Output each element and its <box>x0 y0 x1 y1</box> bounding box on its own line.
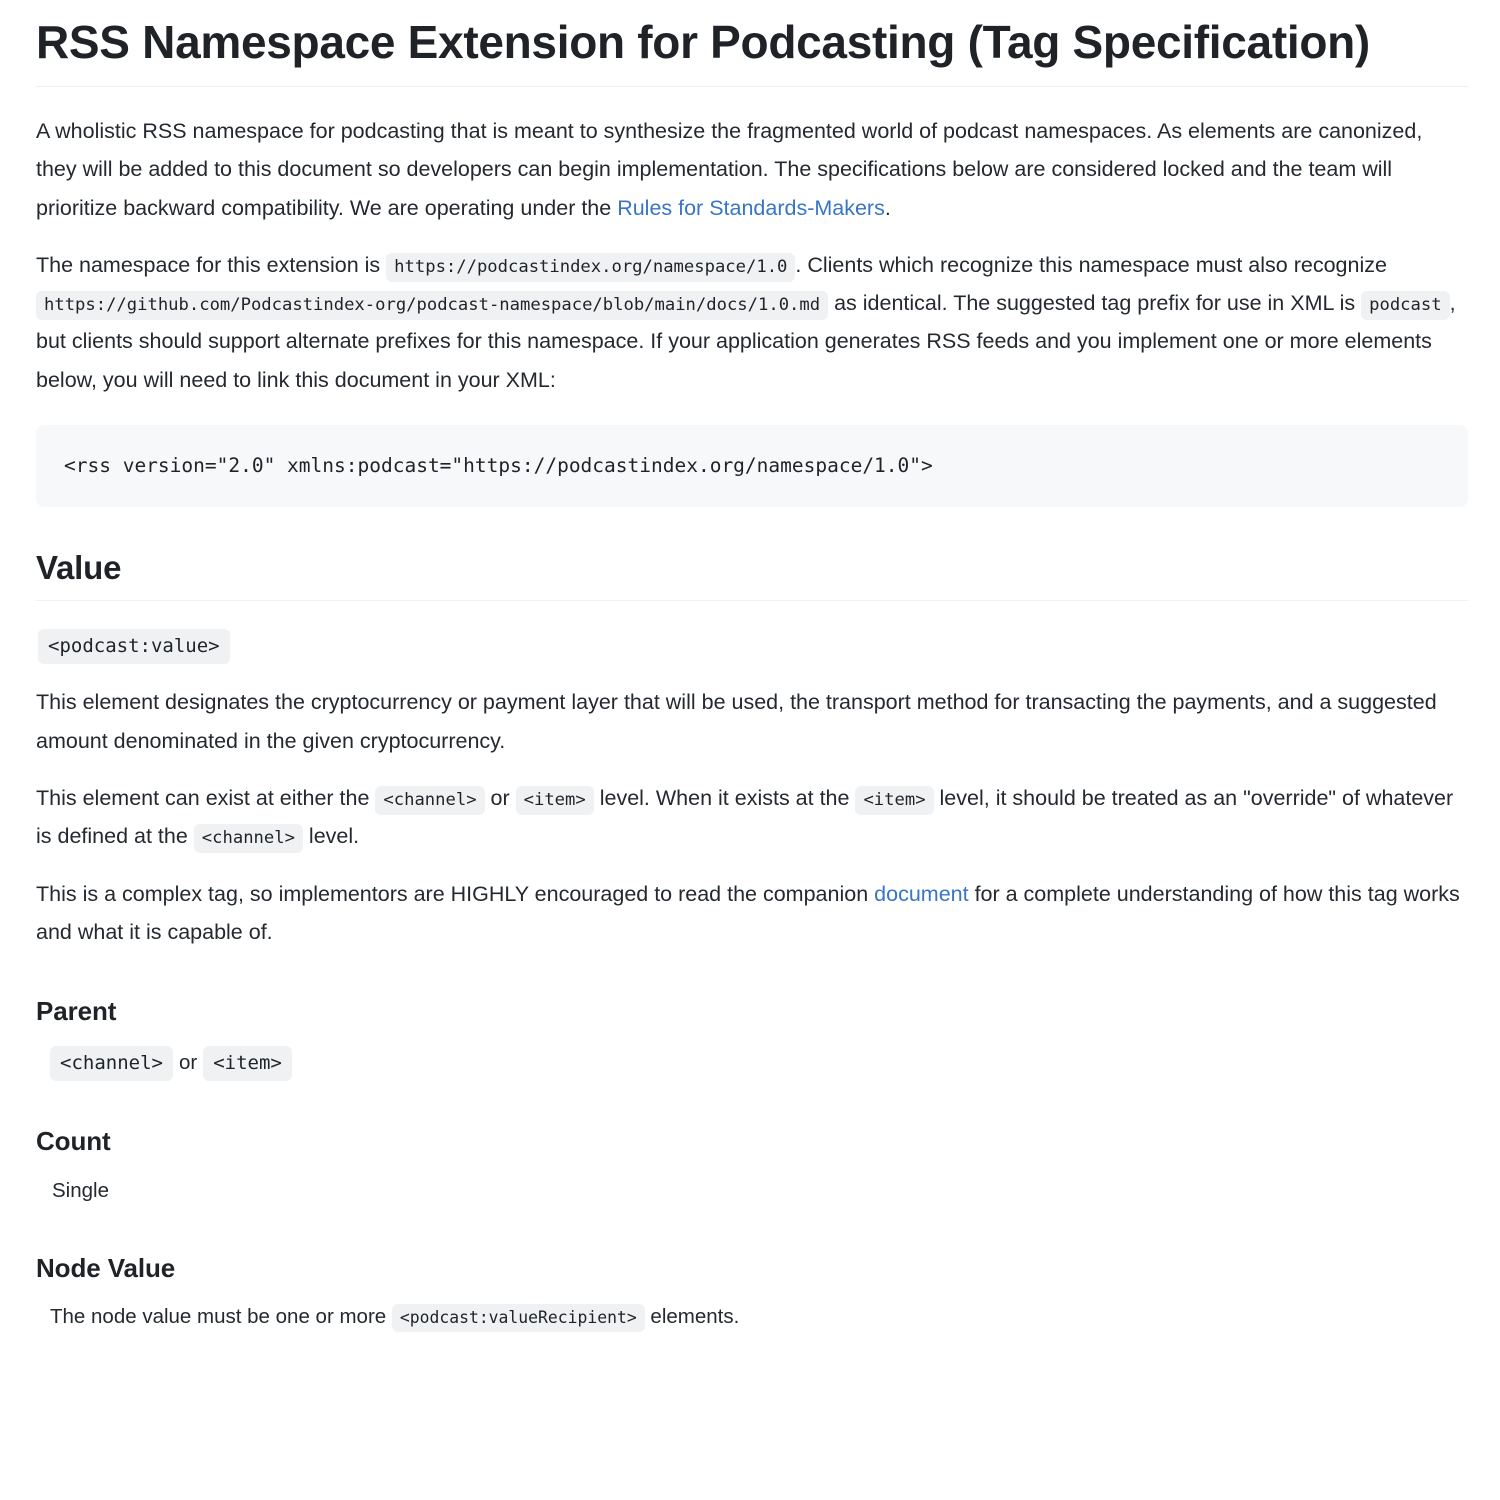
subheading-node-value: Node Value <box>36 1252 176 1283</box>
namespace-text-2: . Clients which recognize this namespace… <box>795 252 1387 277</box>
level-text-2: or <box>490 785 510 810</box>
item-code-inline-2: <item> <box>855 785 934 815</box>
namespace-url-code: https://podcastindex.org/namespace/1.0 <box>386 252 796 282</box>
node-value-text-1: The node value must be one or more <box>50 1305 387 1329</box>
parent-item-chip: <item> <box>203 1045 292 1081</box>
count-value: Single <box>52 1179 109 1203</box>
rss-declaration-code: <rss version="2.0" xmlns:podcast="https:… <box>64 453 933 477</box>
level-text-1: This element can exist at either the <box>36 785 370 810</box>
document-page: RSS Namespace Extension for Podcasting (… <box>0 0 1500 1375</box>
intro-text-part2: . <box>884 195 891 220</box>
level-text-3: level. When it exists at the <box>599 785 850 810</box>
namespace-text-1: The namespace for this extension is <box>36 252 381 277</box>
namespace-paragraph: The namespace for this extension is http… <box>36 246 1468 399</box>
tag-prefix-code: podcast <box>1361 291 1450 321</box>
companion-document-link[interactable]: document <box>874 882 968 906</box>
podcast-value-recipient-chip: <podcast:valueRecipient> <box>391 1304 645 1333</box>
rules-for-standards-makers-link[interactable]: Rules for Standards-Makers <box>617 196 885 220</box>
page-title: RSS Namespace Extension for Podcasting (… <box>36 14 1468 88</box>
node-value-text-2: elements. <box>650 1305 740 1329</box>
channel-code-inline-1: <channel> <box>375 785 485 815</box>
parent-channel-chip: <channel> <box>50 1045 173 1081</box>
section-heading-value: Value <box>36 547 1468 602</box>
value-description-paragraph: This element designates the cryptocurren… <box>36 690 1437 753</box>
subheading-count: Count <box>36 1125 111 1156</box>
complex-tag-paragraph: This is a complex tag, so implementors a… <box>36 875 1468 952</box>
parent-chip-row: <channel> or <item> <box>50 1045 1468 1081</box>
github-url-code: https://github.com/Podcastindex-org/podc… <box>36 291 829 321</box>
value-tag-chip-wrapper: <podcast:value> <box>38 629 1468 665</box>
node-value-description: The node value must be one or more <podc… <box>50 1300 1468 1335</box>
value-level-paragraph: This element can exist at either the <ch… <box>36 779 1468 856</box>
podcast-value-tag-chip: <podcast:value> <box>38 629 230 665</box>
level-text-5: level. <box>308 824 360 849</box>
parent-chip-joiner: or <box>178 1050 198 1074</box>
namespace-text-3: as identical. The suggested tag prefix f… <box>834 291 1356 316</box>
complex-text-1: This is a complex tag, so implementors a… <box>36 881 869 906</box>
subheading-parent: Parent <box>36 996 117 1027</box>
item-code-inline-1: <item> <box>515 785 594 815</box>
channel-code-inline-2: <channel> <box>193 824 303 854</box>
rss-declaration-code-block: <rss version="2.0" xmlns:podcast="https:… <box>36 424 1468 508</box>
intro-paragraph: A wholistic RSS namespace for podcasting… <box>36 112 1468 227</box>
